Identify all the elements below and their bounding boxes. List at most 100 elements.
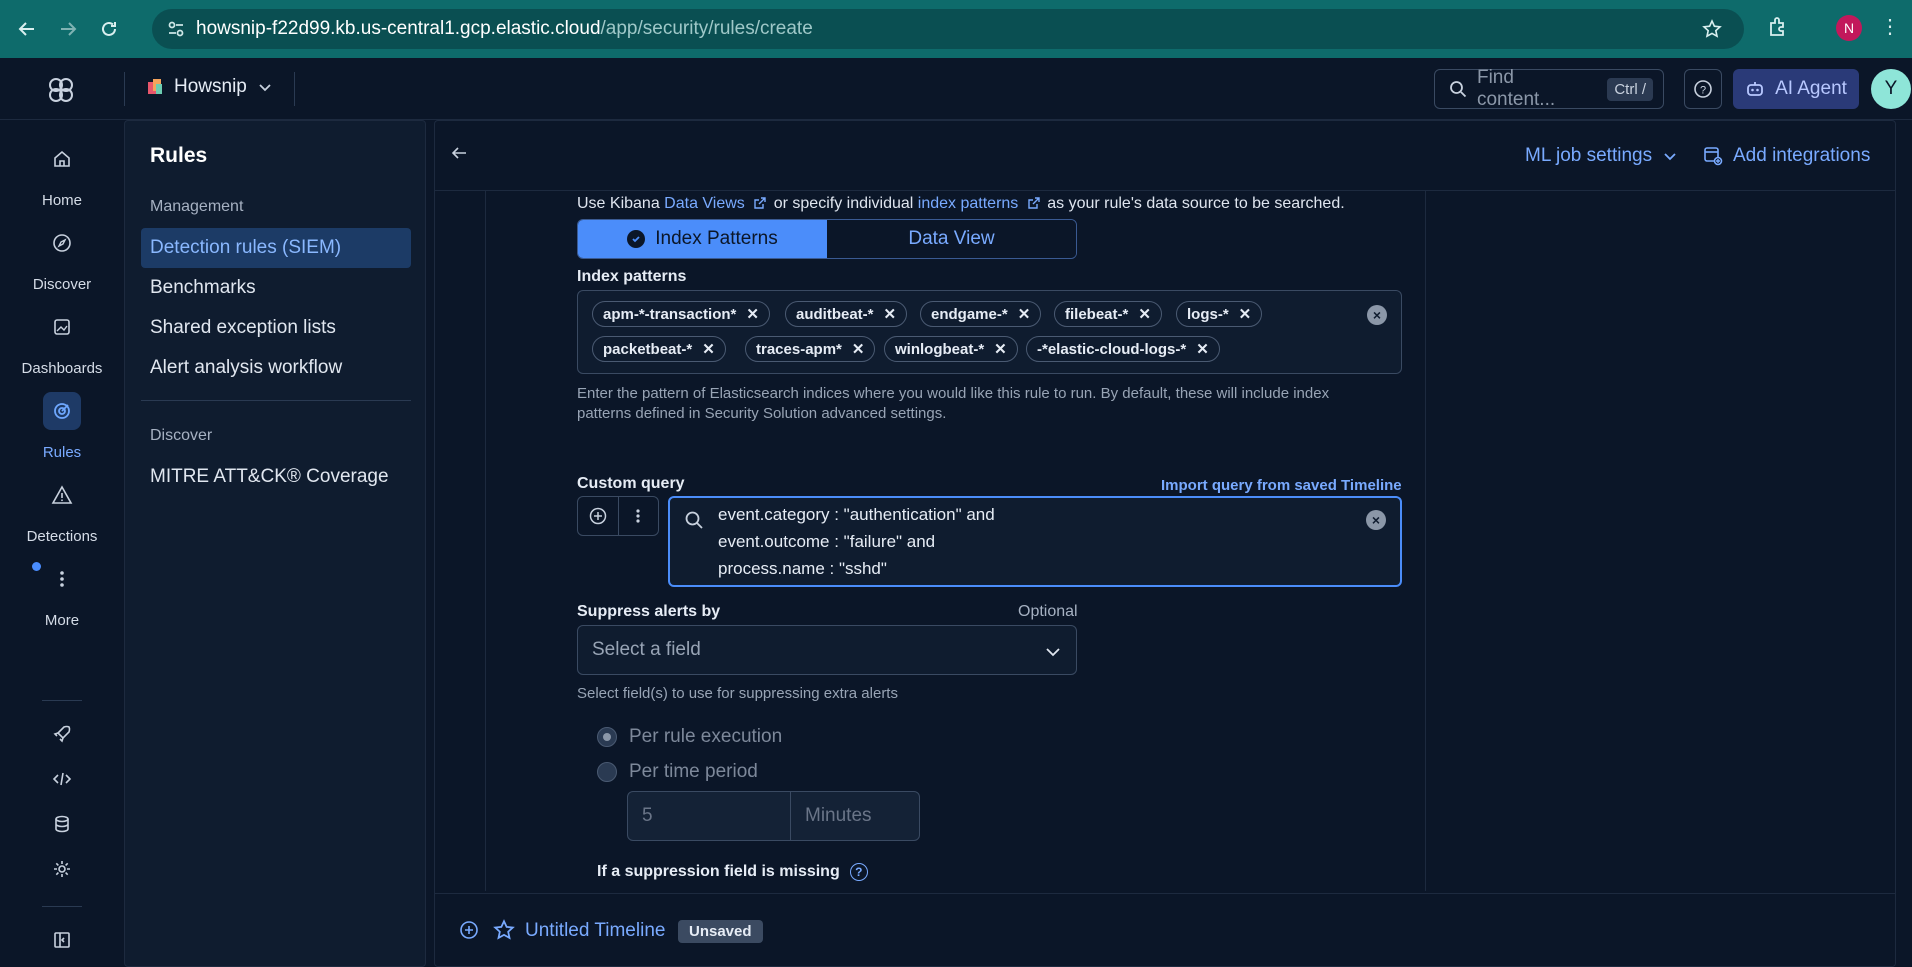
close-icon[interactable]: ✕ [1018, 305, 1031, 323]
query-line: event.outcome : "failure" and [718, 532, 936, 551]
external-link-icon [1028, 197, 1040, 209]
toggle-data-view[interactable]: Data View [827, 220, 1076, 258]
datasource-toggle: Index Patterns Data View [577, 219, 1077, 259]
clear-icon[interactable]: × [1367, 305, 1387, 325]
sidenav-item-benchmarks[interactable]: Benchmarks [141, 268, 411, 308]
header-divider [294, 72, 295, 106]
gear-icon[interactable] [50, 857, 74, 881]
page-toolbar: ML job settings Add integrations [435, 121, 1895, 191]
rules-icon [43, 392, 81, 430]
duration-unit-select[interactable]: Minutes [791, 792, 919, 840]
radio-label: Per rule execution [629, 726, 783, 747]
rail-item-dashboards[interactable]: Dashboards [0, 308, 124, 377]
home-icon [43, 140, 81, 178]
radio-label: Per time period [629, 761, 758, 782]
close-icon[interactable]: ✕ [994, 340, 1007, 358]
add-integrations-button[interactable]: Add integrations [1703, 145, 1870, 167]
favorite-star-icon[interactable] [493, 919, 515, 946]
rail-item-detections[interactable]: Detections [0, 476, 124, 545]
sidenav-item-alert-analysis-workflow[interactable]: Alert analysis workflow [141, 348, 411, 388]
rail-label: Dashboards [21, 360, 103, 377]
radio-button[interactable] [597, 727, 617, 747]
index-pattern-pill: winlogbeat-* ✕ [884, 336, 1018, 362]
space-selector[interactable]: Howsnip [148, 76, 273, 98]
rail-item-rules[interactable]: Rules [0, 392, 124, 461]
extensions-icon[interactable] [1766, 15, 1790, 44]
select-placeholder: Select a field [592, 639, 701, 660]
timeline-bar: Untitled Timeline Unsaved [435, 893, 1895, 966]
index-patterns-link[interactable]: index patterns [918, 195, 1019, 212]
radio-button[interactable] [597, 762, 617, 782]
radio-per-time-period[interactable]: Per time period [597, 761, 758, 783]
query-menu-icon[interactable] [617, 497, 659, 535]
add-timeline-icon[interactable] [459, 920, 479, 945]
reload-icon[interactable] [95, 15, 123, 43]
duration-value-input[interactable]: 5 [628, 792, 791, 840]
back-arrow-icon[interactable] [13, 15, 41, 43]
sidenav-item-detection-rules[interactable]: Detection rules (SIEM) [141, 228, 411, 268]
rocket-icon[interactable] [50, 722, 74, 746]
timeline-title[interactable]: Untitled Timeline [525, 920, 665, 942]
close-icon[interactable]: ✕ [852, 340, 865, 358]
pill-label: -*elastic-cloud-logs-* [1037, 340, 1187, 358]
browser-profile-avatar[interactable]: N [1836, 15, 1862, 41]
ml-job-settings-button[interactable]: ML job settings [1525, 145, 1678, 167]
close-icon[interactable]: ✕ [1239, 305, 1252, 323]
bookmark-star-icon[interactable] [1702, 19, 1722, 45]
radio-per-rule-execution[interactable]: Per rule execution [597, 726, 782, 748]
pill-label: traces-apm* [756, 340, 842, 358]
close-icon[interactable]: ✕ [702, 340, 715, 358]
import-query-link[interactable]: Import query from saved Timeline [1161, 477, 1402, 494]
ai-agent-label: AI Agent [1775, 78, 1847, 99]
svg-text:?: ? [1700, 85, 1706, 97]
close-icon[interactable]: ✕ [1138, 305, 1151, 323]
search-placeholder: Find content... [1476, 67, 1556, 110]
help-line: patterns defined in Security Solution ad… [577, 405, 947, 422]
collapse-icon[interactable] [50, 928, 74, 952]
close-icon[interactable]: ✕ [1196, 340, 1209, 358]
rail-item-home[interactable]: Home [0, 140, 124, 209]
suppress-field-select[interactable]: Select a field [577, 625, 1077, 675]
site-settings-icon[interactable] [166, 19, 186, 45]
search-shortcut-badge: Ctrl / [1607, 77, 1653, 101]
index-pattern-pill: -*elastic-cloud-logs-* ✕ [1026, 336, 1220, 362]
user-avatar[interactable]: Y [1871, 69, 1911, 109]
close-icon[interactable]: ✕ [746, 305, 759, 323]
suppress-help: Select field(s) to use for suppressing e… [577, 685, 898, 702]
question-icon[interactable]: ? [849, 863, 868, 881]
custom-query-input[interactable]: event.category : "authentication" and ev… [668, 496, 1402, 587]
help-line: Enter the pattern of Elasticsearch indic… [577, 385, 1330, 402]
query-line: process.name : "sshd" [718, 559, 887, 578]
rail-item-more[interactable]: More [0, 560, 124, 629]
browser-menu-icon[interactable]: ⋮ [1880, 14, 1900, 39]
help-button[interactable]: ? [1684, 69, 1722, 109]
robot-icon [1747, 82, 1763, 96]
add-filter-icon[interactable] [578, 497, 618, 535]
global-search-input[interactable]: Find content... Ctrl / [1434, 67, 1664, 110]
sidenav-section-management: Management [150, 198, 244, 215]
pill-label: auditbeat-* [796, 305, 874, 323]
elastic-logo-icon[interactable] [45, 74, 77, 106]
sidenav-item-shared-exception-lists[interactable]: Shared exception lists [141, 308, 411, 348]
rail-label: Home [41, 192, 82, 209]
sidenav-title: Rules [150, 144, 208, 167]
ai-agent-button[interactable]: AI Agent [1733, 69, 1859, 109]
close-icon[interactable]: ✕ [884, 305, 897, 323]
toggle-index-patterns[interactable]: Index Patterns [578, 220, 827, 258]
data-views-link[interactable]: Data Views [664, 195, 745, 212]
custom-query-label: Custom query [577, 475, 685, 492]
rail-item-discover[interactable]: Discover [0, 224, 124, 293]
search-icon [1450, 81, 1467, 98]
sidenav-item-mitre-coverage[interactable]: MITRE ATT&CK® Coverage [141, 457, 411, 497]
back-arrow-icon[interactable] [449, 143, 469, 168]
address-bar[interactable]: howsnip-f22d99.kb.us-central1.gcp.elasti… [152, 9, 1744, 49]
forward-arrow-icon[interactable] [54, 15, 82, 43]
database-icon[interactable] [50, 812, 74, 836]
code-icon[interactable] [50, 767, 74, 791]
rail-divider [42, 906, 82, 907]
header-divider [124, 72, 125, 106]
sidenav-section-discover: Discover [150, 427, 213, 444]
rail-divider [42, 700, 82, 701]
index-patterns-combobox[interactable]: apm-*-transaction* ✕ auditbeat-* ✕ endgame… [577, 290, 1402, 374]
clear-icon[interactable]: × [1366, 510, 1386, 530]
